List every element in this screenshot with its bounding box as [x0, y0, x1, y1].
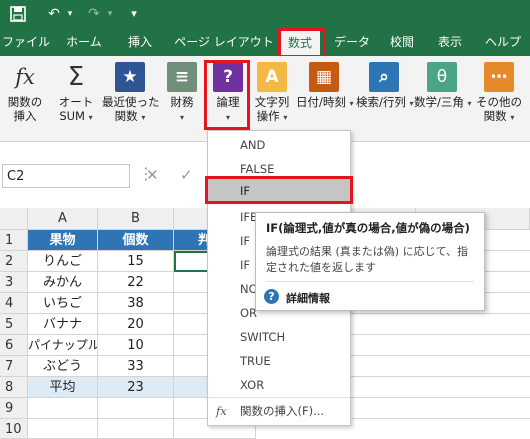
fruit-cell[interactable]: りんご [28, 251, 98, 272]
more-info-link[interactable]: 詳細情報 [286, 290, 330, 306]
redo-icon[interactable]: ↷ [84, 4, 104, 24]
average-value-cell[interactable]: 23 [98, 377, 174, 398]
count-cell[interactable]: 20 [98, 314, 174, 335]
empty-cell[interactable] [28, 419, 98, 439]
fruit-cell[interactable]: みかん [28, 272, 98, 293]
function-tooltip: IF(論理式,値が真の場合,値が偽の場合) 論理式の結果 (真または偽) に応じ… [255, 212, 485, 311]
row-header[interactable]: 5 [0, 314, 28, 335]
more-functions-button[interactable]: ⋯ その他の 関数 ▾ [472, 60, 526, 140]
undo-dropdown-icon[interactable]: ▾ [64, 4, 76, 24]
header-cell-count[interactable]: 個数 [98, 230, 174, 251]
more-book-icon: ⋯ [484, 62, 514, 92]
average-label-cell[interactable]: 平均 [28, 377, 98, 398]
math-trig-button[interactable]: θ 数学/三角 ▾ [414, 60, 472, 140]
empty-cell[interactable] [98, 398, 174, 419]
empty-cell[interactable] [28, 398, 98, 419]
count-cell[interactable]: 22 [98, 272, 174, 293]
tab-review[interactable]: 校閲 [382, 28, 422, 56]
insert-function-button[interactable]: fx 関数の 挿入 [4, 60, 46, 140]
tab-data[interactable]: データ [330, 28, 374, 56]
tooltip-title: IF(論理式,値が真の場合,値が偽の場合) [266, 221, 470, 235]
row-header[interactable]: 7 [0, 356, 28, 377]
count-cell[interactable]: 10 [98, 335, 174, 356]
tooltip-description-line1: 論理式の結果 (真または偽) に応じて、指 [266, 245, 469, 258]
customize-quick-access-icon[interactable]: ▾ [126, 4, 142, 24]
ribbon-tabs: ファイル ホーム 挿入 ページ レイアウト 数式 データ 校閲 表示 ヘルプ [0, 28, 530, 56]
menu-item-insert-function[interactable]: fx 関数の挿入(F)... [208, 399, 350, 423]
tooltip-description-line2: 定された値を返します [266, 261, 376, 274]
menu-item-if[interactable]: IF [208, 179, 350, 203]
row-header[interactable]: 2 [0, 251, 28, 272]
theta-book-icon: θ [427, 62, 457, 92]
redo-dropdown-icon[interactable]: ▾ [104, 4, 116, 24]
tooltip-divider [266, 281, 474, 282]
fruit-cell[interactable]: バナナ [28, 314, 98, 335]
tab-home[interactable]: ホーム [60, 28, 108, 56]
count-cell[interactable]: 38 [98, 293, 174, 314]
row-header[interactable]: 1 [0, 230, 28, 251]
menu-item-switch[interactable]: SWITCH [208, 325, 350, 349]
menu-divider [208, 397, 350, 398]
row-header[interactable]: 9 [0, 398, 28, 419]
name-box[interactable]: C2 [2, 164, 130, 188]
fruit-cell[interactable]: パイナップル [28, 335, 98, 356]
tab-file[interactable]: ファイル [2, 28, 50, 56]
text-book-icon: A [257, 62, 287, 92]
menu-item-and[interactable]: AND [208, 133, 350, 157]
count-cell[interactable]: 33 [98, 356, 174, 377]
select-all-corner[interactable] [0, 208, 28, 230]
fruit-cell[interactable]: ぶどう [28, 356, 98, 377]
tab-page-layout[interactable]: ページ レイアウト [170, 28, 278, 56]
calendar-book-icon: ▦ [309, 62, 339, 92]
text-button[interactable]: A 文字列 操作 ▾ [250, 60, 294, 140]
cancel-icon[interactable]: ✕ [146, 168, 159, 183]
financial-button[interactable]: ≡ 財務 ▾ [164, 60, 200, 140]
enter-icon[interactable]: ✓ [180, 168, 193, 183]
count-cell[interactable]: 15 [98, 251, 174, 272]
save-icon[interactable] [8, 4, 28, 24]
logical-button[interactable]: ? 論理 ▾ [206, 60, 250, 140]
menu-item-xor[interactable]: XOR [208, 373, 350, 397]
tab-help[interactable]: ヘルプ [480, 28, 526, 56]
row-header[interactable]: 3 [0, 272, 28, 293]
empty-cell[interactable] [98, 419, 174, 439]
row-header[interactable]: 6 [0, 335, 28, 356]
menu-item-true[interactable]: TRUE [208, 349, 350, 373]
autosum-button[interactable]: Σ オート SUM ▾ [52, 60, 100, 140]
row-header[interactable]: 10 [0, 419, 28, 439]
tab-formulas[interactable]: 数式 [280, 30, 320, 56]
question-book-icon: ? [213, 62, 243, 92]
recently-used-button[interactable]: ★ 最近使った 関数 ▾ [102, 60, 160, 140]
fruit-cell[interactable]: いちご [28, 293, 98, 314]
fx-icon: fx [216, 404, 227, 418]
undo-icon[interactable]: ↶ [44, 4, 64, 24]
menu-item-false[interactable]: FALSE [208, 157, 350, 181]
tab-view[interactable]: 表示 [430, 28, 470, 56]
column-header-a[interactable]: A [28, 208, 98, 230]
header-cell-fruit[interactable]: 果物 [28, 230, 98, 251]
lookup-button[interactable]: ⌕ 検索/行列 ▾ [356, 60, 414, 140]
column-header-b[interactable]: B [98, 208, 174, 230]
star-book-icon: ★ [115, 62, 145, 92]
sigma-icon: Σ [67, 62, 85, 92]
fx-icon: fx [15, 65, 35, 89]
help-icon[interactable]: ? [264, 289, 279, 304]
coins-book-icon: ≡ [167, 62, 197, 92]
title-bar: ↶ ▾ ↷ ▾ ▾ [0, 0, 530, 28]
magnifier-book-icon: ⌕ [369, 62, 399, 92]
tab-insert[interactable]: 挿入 [118, 28, 162, 56]
datetime-button[interactable]: ▦ 日付/時刻 ▾ [296, 60, 354, 140]
row-header[interactable]: 4 [0, 293, 28, 314]
row-header[interactable]: 8 [0, 377, 28, 398]
